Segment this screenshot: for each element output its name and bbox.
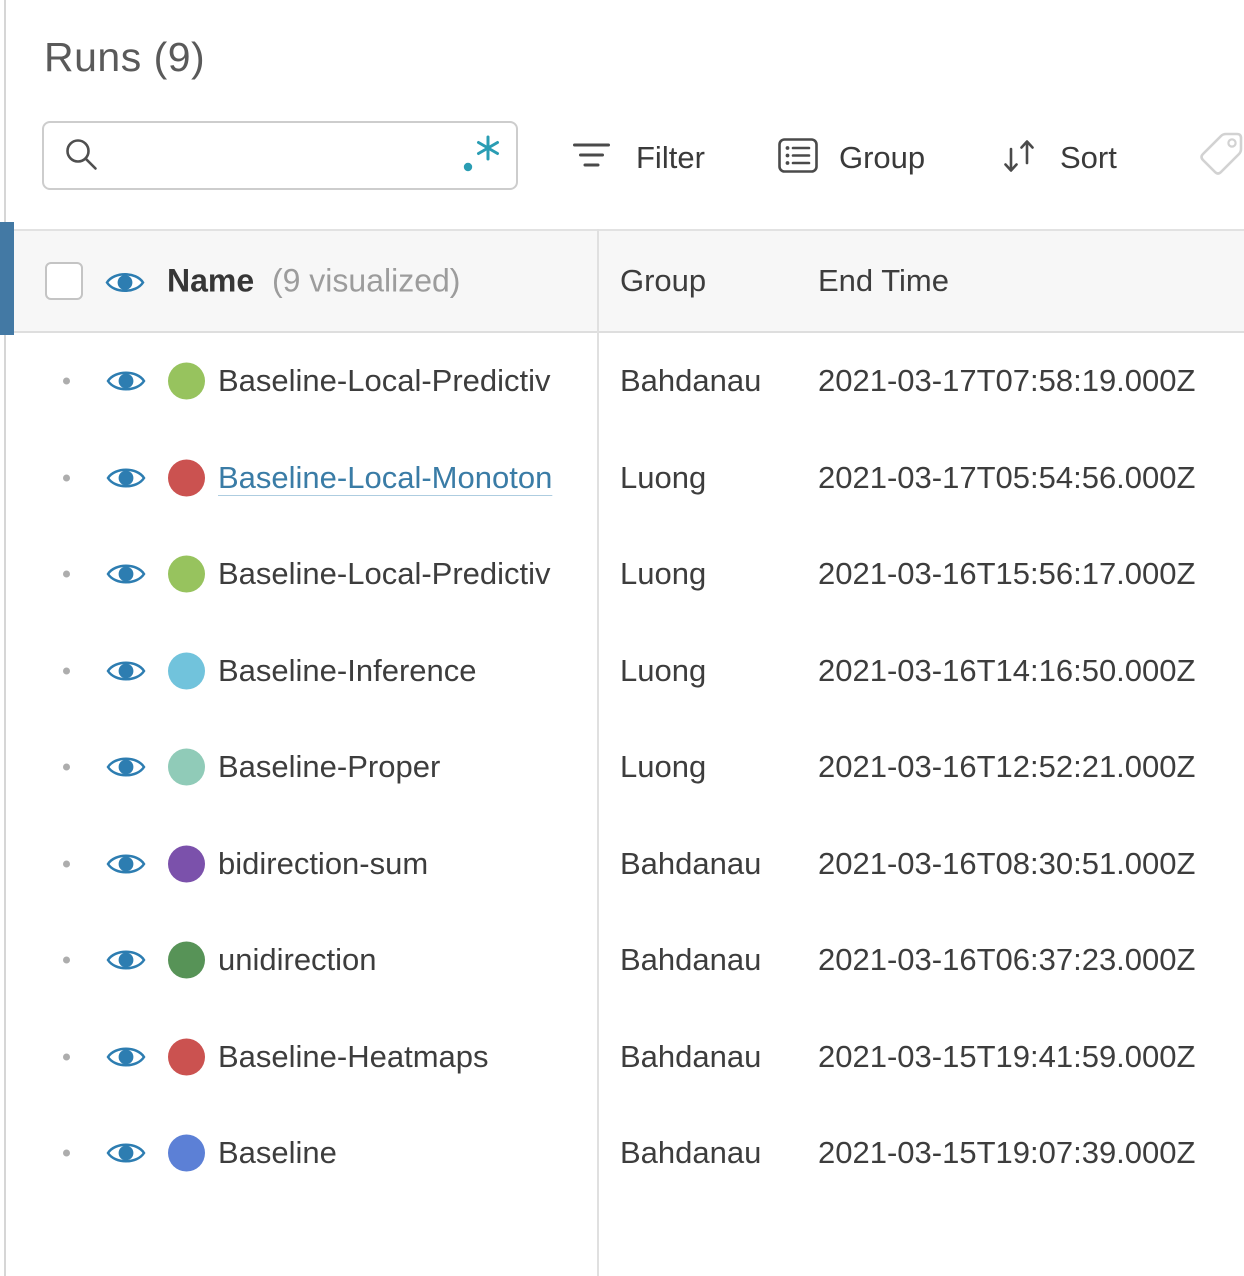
group-icon bbox=[778, 138, 818, 178]
table-row: bidirection-sum Bahdanau 2021-03-16T08:3… bbox=[0, 816, 1244, 913]
run-end-time-cell: 2021-03-16T14:16:50.000Z bbox=[818, 652, 1196, 688]
sort-label: Sort bbox=[1060, 140, 1117, 175]
run-group-cell: Luong bbox=[620, 652, 707, 688]
filter-label: Filter bbox=[636, 140, 705, 175]
run-end-time-cell: 2021-03-15T19:41:59.000Z bbox=[818, 1038, 1196, 1074]
run-end-time-cell: 2021-03-15T19:07:39.000Z bbox=[818, 1135, 1196, 1171]
name-header-text: Name bbox=[167, 262, 255, 299]
run-color-dot bbox=[168, 362, 205, 400]
tag-icon bbox=[1197, 132, 1244, 184]
drag-handle[interactable] bbox=[63, 1149, 70, 1157]
table-row: Baseline-Proper Luong 2021-03-16T12:52:2… bbox=[0, 719, 1244, 816]
eye-visibility-icon[interactable] bbox=[106, 946, 146, 975]
run-group-cell: Luong bbox=[620, 459, 707, 495]
column-header-group[interactable]: Group bbox=[620, 263, 706, 299]
run-group-cell: Bahdanau bbox=[620, 942, 762, 978]
column-header-end-time[interactable]: End Time bbox=[818, 263, 949, 299]
table-row: Baseline-Heatmaps Bahdanau 2021-03-15T19… bbox=[0, 1009, 1244, 1106]
column-header-name[interactable]: Name (9 visualized) bbox=[167, 263, 460, 300]
run-end-time-cell: 2021-03-16T08:30:51.000Z bbox=[818, 845, 1196, 881]
runs-table-body: Baseline-Local-Predictiv Bahdanau 2021-0… bbox=[0, 333, 1244, 1202]
table-row: Baseline-Local-Predictiv Luong 2021-03-1… bbox=[0, 526, 1244, 623]
run-name-link[interactable]: Baseline-Inference bbox=[218, 653, 592, 689]
tag-button[interactable] bbox=[1197, 130, 1244, 185]
table-row: Baseline-Inference Luong 2021-03-16T14:1… bbox=[0, 623, 1244, 720]
header-accent-bar bbox=[0, 222, 14, 335]
run-color-dot bbox=[168, 1134, 205, 1172]
page-title: Runs (9) bbox=[44, 34, 206, 80]
drag-handle[interactable] bbox=[63, 956, 70, 964]
group-button[interactable]: Group bbox=[778, 128, 925, 188]
run-color-dot bbox=[168, 941, 205, 979]
runs-search-box[interactable] bbox=[42, 121, 518, 190]
eye-visibility-icon[interactable] bbox=[106, 463, 146, 492]
run-color-dot bbox=[168, 459, 205, 497]
sort-button[interactable]: Sort bbox=[1001, 128, 1117, 188]
filter-button[interactable]: Filter bbox=[573, 128, 705, 188]
run-name-link[interactable]: Baseline bbox=[218, 1135, 592, 1171]
visualized-count: (9 visualized) bbox=[271, 262, 461, 299]
run-end-time-cell: 2021-03-16T12:52:21.000Z bbox=[818, 749, 1196, 785]
table-row: Baseline Bahdanau 2021-03-15T19:07:39.00… bbox=[0, 1105, 1244, 1202]
run-name-link[interactable]: bidirection-sum bbox=[218, 846, 592, 882]
group-label: Group bbox=[839, 140, 926, 175]
run-end-time-cell: 2021-03-16T15:56:17.000Z bbox=[818, 556, 1196, 592]
regex-toggle-icon[interactable] bbox=[460, 134, 502, 178]
drag-handle[interactable] bbox=[63, 1053, 70, 1061]
run-group-cell: Bahdanau bbox=[620, 363, 762, 399]
select-all-checkbox[interactable] bbox=[45, 262, 83, 300]
eye-visibility-icon[interactable] bbox=[106, 1042, 146, 1071]
drag-handle[interactable] bbox=[63, 667, 70, 675]
eye-visibility-icon[interactable] bbox=[106, 1139, 146, 1168]
run-group-cell: Bahdanau bbox=[620, 1135, 762, 1171]
run-group-cell: Luong bbox=[620, 556, 707, 592]
run-color-dot bbox=[168, 652, 205, 690]
run-name-link[interactable]: Baseline-Heatmaps bbox=[218, 1039, 592, 1075]
table-header: Name (9 visualized) Group End Time bbox=[0, 229, 1244, 333]
drag-handle[interactable] bbox=[63, 377, 70, 385]
table-row: Baseline-Local-Predictiv Bahdanau 2021-0… bbox=[0, 333, 1244, 430]
run-name-link[interactable]: Baseline-Proper bbox=[218, 749, 592, 785]
drag-handle[interactable] bbox=[63, 570, 70, 578]
run-name-link[interactable]: unidirection bbox=[218, 942, 592, 978]
visibility-all-eye-icon[interactable] bbox=[105, 268, 145, 297]
filter-icon bbox=[573, 141, 610, 176]
run-end-time-cell: 2021-03-17T07:58:19.000Z bbox=[818, 363, 1196, 399]
run-group-cell: Luong bbox=[620, 749, 707, 785]
run-group-cell: Bahdanau bbox=[620, 845, 762, 881]
drag-handle[interactable] bbox=[63, 763, 70, 771]
run-group-cell: Bahdanau bbox=[620, 1038, 762, 1074]
drag-handle[interactable] bbox=[63, 860, 70, 868]
eye-visibility-icon[interactable] bbox=[106, 367, 146, 396]
run-color-dot bbox=[168, 555, 205, 593]
eye-visibility-icon[interactable] bbox=[106, 656, 146, 685]
run-name-link[interactable]: Baseline-Local-Monoton bbox=[218, 460, 592, 496]
search-input[interactable] bbox=[109, 138, 452, 173]
run-end-time-cell: 2021-03-17T05:54:56.000Z bbox=[818, 459, 1196, 495]
run-name-link[interactable]: Baseline-Local-Predictiv bbox=[218, 363, 592, 399]
run-end-time-cell: 2021-03-16T06:37:23.000Z bbox=[818, 942, 1196, 978]
eye-visibility-icon[interactable] bbox=[106, 849, 146, 878]
eye-visibility-icon[interactable] bbox=[106, 753, 146, 782]
table-row: Baseline-Local-Monoton Luong 2021-03-17T… bbox=[0, 430, 1244, 527]
run-color-dot bbox=[168, 748, 205, 786]
table-row: unidirection Bahdanau 2021-03-16T06:37:2… bbox=[0, 912, 1244, 1009]
drag-handle[interactable] bbox=[63, 474, 70, 482]
run-name-link[interactable]: Baseline-Local-Predictiv bbox=[218, 556, 592, 592]
sort-icon bbox=[1001, 137, 1038, 180]
eye-visibility-icon[interactable] bbox=[106, 560, 146, 589]
run-color-dot bbox=[168, 1038, 205, 1076]
run-color-dot bbox=[168, 845, 205, 883]
search-icon bbox=[64, 137, 101, 174]
